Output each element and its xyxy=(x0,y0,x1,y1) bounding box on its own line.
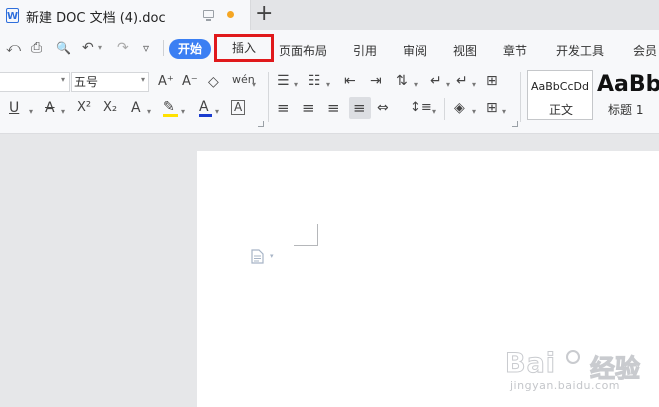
text-effect-icon[interactable]: A xyxy=(131,100,141,116)
shading-icon[interactable]: ◈ xyxy=(454,100,465,116)
distribute-icon[interactable]: ⇔ xyxy=(377,100,389,116)
menu-separator xyxy=(163,40,164,56)
subscript-icon[interactable]: X₂ xyxy=(103,100,117,116)
chevron-down-icon[interactable]: ▾ xyxy=(181,104,185,120)
borders-icon[interactable]: ⊞ xyxy=(486,100,498,116)
print-preview-icon[interactable]: 🔍 xyxy=(56,38,71,58)
unsaved-indicator-dot xyxy=(227,11,234,18)
style-heading1-label: 标题 1 xyxy=(608,103,644,117)
undo-dropdown-icon[interactable]: ▾ xyxy=(98,38,102,58)
tab-chapter[interactable]: 章节 xyxy=(503,42,527,59)
line-spacing-icon[interactable]: ↕≡ xyxy=(410,100,432,116)
chevron-down-icon[interactable]: ▾ xyxy=(147,104,151,120)
tab-page-layout[interactable]: 页面布局 xyxy=(279,42,327,59)
align-justify-icon[interactable]: ≡ xyxy=(353,100,366,116)
chevron-down-icon[interactable]: ▾ xyxy=(326,77,330,93)
ruler-icon[interactable]: ⊞ xyxy=(486,73,498,89)
paw-icon xyxy=(566,350,580,364)
undo-icon[interactable]: ↶ xyxy=(82,38,94,58)
watermark-url: jingyan.baidu.com xyxy=(510,379,621,392)
tab-references[interactable]: 引用 xyxy=(353,42,377,59)
save-icon[interactable]: ⤺ xyxy=(6,38,21,58)
margin-corner-mark xyxy=(294,245,317,246)
chevron-down-icon[interactable]: ▾ xyxy=(472,104,476,120)
tab-view[interactable]: 视图 xyxy=(453,42,477,59)
underline-icon[interactable]: U xyxy=(9,100,19,116)
show-marks-icon[interactable]: ↵ xyxy=(430,73,442,89)
align-center-icon[interactable]: ≡ xyxy=(302,100,315,116)
chevron-down-icon[interactable]: ▾ xyxy=(61,104,65,120)
font-name-dropdown[interactable] xyxy=(0,72,70,92)
shrink-font-icon[interactable]: A⁻ xyxy=(182,74,198,90)
redo-icon[interactable]: ↷ xyxy=(117,38,129,58)
tab-developer-tools[interactable]: 开发工具 xyxy=(556,42,604,59)
ribbon-separator xyxy=(520,72,521,122)
style-normal-label: 正文 xyxy=(549,103,574,117)
chevron-down-icon[interactable]: ▾ xyxy=(29,104,33,120)
clear-format-icon[interactable]: ◇ xyxy=(208,74,219,90)
paste-options-icon[interactable] xyxy=(251,249,264,268)
decrease-indent-icon[interactable]: ⇤ xyxy=(344,73,356,89)
sort-icon[interactable]: ⇅ xyxy=(396,73,408,89)
chevron-down-icon[interactable]: ▾ xyxy=(252,77,256,93)
style-heading1-preview: AaBb xyxy=(597,72,659,97)
highlight-color-bar xyxy=(163,114,178,117)
print-icon[interactable]: ⎙ xyxy=(31,38,42,58)
strikethrough-icon[interactable]: A xyxy=(45,100,55,116)
ribbon-separator xyxy=(444,98,445,120)
paragraph-group-launcher[interactable] xyxy=(512,121,518,127)
screen-stand xyxy=(206,19,211,21)
chevron-down-icon[interactable]: ▾ xyxy=(446,77,450,93)
watermark-logo: Bai xyxy=(504,348,557,380)
tab-membership[interactable]: 会员 xyxy=(633,42,657,59)
font-group-launcher[interactable] xyxy=(258,121,264,127)
increase-indent-icon[interactable]: ⇥ xyxy=(370,73,382,89)
chevron-down-icon[interactable]: ▾ xyxy=(502,104,506,120)
chevron-down-icon[interactable]: ▾ xyxy=(141,75,145,84)
word-doc-icon: W xyxy=(6,8,19,23)
document-title: 新建 DOC 文档 (4).doc xyxy=(26,11,166,26)
margin-corner-mark xyxy=(317,224,318,246)
document-icon xyxy=(251,249,264,264)
superscript-icon[interactable]: X² xyxy=(77,100,91,116)
ribbon-separator xyxy=(268,72,269,122)
highlight-icon[interactable]: ✎ xyxy=(163,99,175,115)
grow-font-icon[interactable]: A⁺ xyxy=(158,74,174,90)
chevron-down-icon[interactable]: ▾ xyxy=(294,77,298,93)
screen-icon[interactable] xyxy=(203,10,214,18)
align-right-icon[interactable]: ≡ xyxy=(327,100,340,116)
font-color-bar xyxy=(199,114,212,117)
chevron-down-icon[interactable]: ▾ xyxy=(270,252,274,260)
chevron-down-icon[interactable]: ▾ xyxy=(414,77,418,93)
numbering-icon[interactable]: ☷ xyxy=(308,73,321,89)
align-left-icon[interactable]: ≡ xyxy=(277,100,290,116)
chevron-down-icon[interactable]: ▾ xyxy=(472,77,476,93)
font-color-icon[interactable]: A xyxy=(199,99,209,115)
line-break-icon[interactable]: ↵ xyxy=(456,73,468,89)
character-border-icon[interactable]: A xyxy=(231,100,246,115)
new-tab-button[interactable]: + xyxy=(255,3,273,25)
style-normal-preview: AaBbCcDd xyxy=(531,80,589,93)
font-size-dropdown[interactable]: 五号 xyxy=(71,72,149,92)
chevron-down-icon[interactable]: ▾ xyxy=(432,104,436,120)
tab-insert[interactable]: 插入 xyxy=(214,34,274,62)
customize-quick-access-icon[interactable]: ▿ xyxy=(143,38,149,58)
chevron-down-icon[interactable]: ▾ xyxy=(61,75,65,84)
tab-start[interactable]: 开始 xyxy=(169,39,211,59)
tab-review[interactable]: 审阅 xyxy=(403,42,427,59)
bullets-icon[interactable]: ☰ xyxy=(277,73,290,89)
chevron-down-icon[interactable]: ▾ xyxy=(215,104,219,120)
